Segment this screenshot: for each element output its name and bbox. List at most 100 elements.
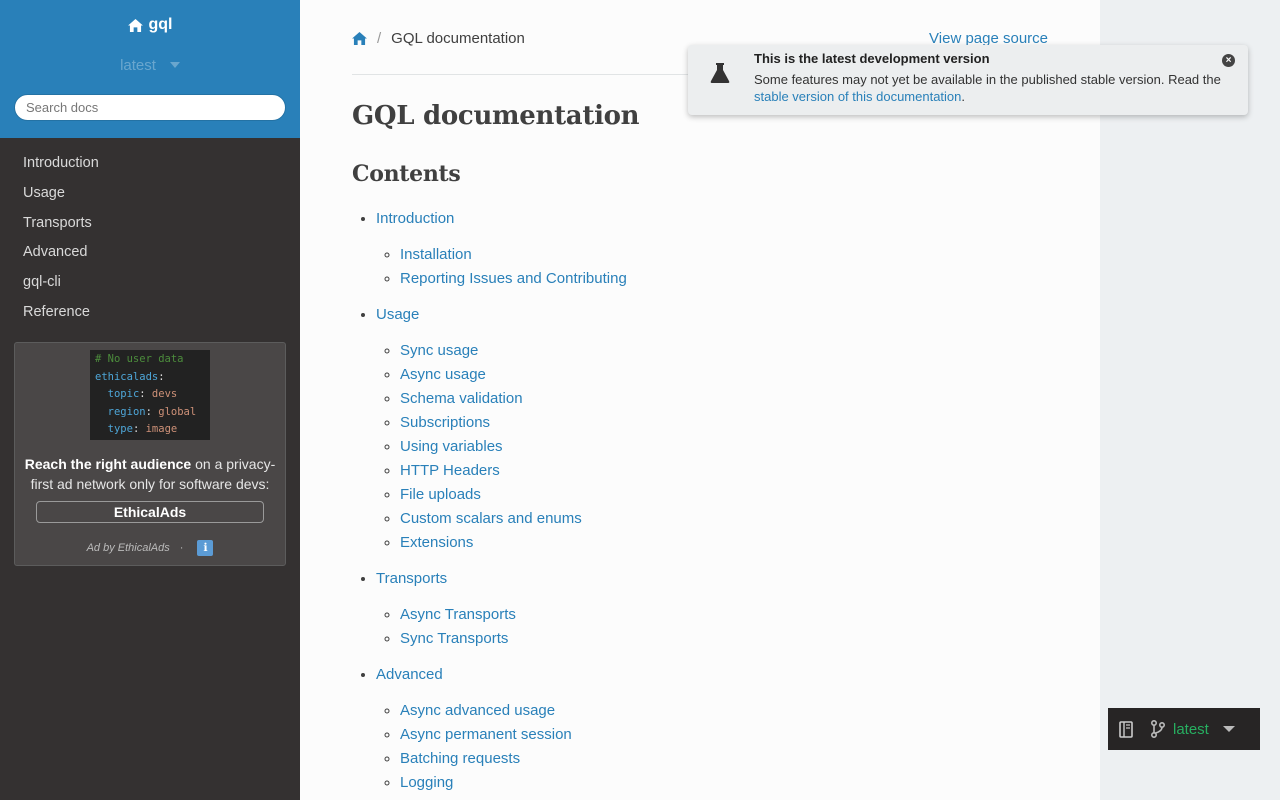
toc-link-usage[interactable]: Usage (376, 306, 419, 323)
ad-footer: Ad by EthicalAds · ℹ (15, 540, 285, 556)
toc-subitem: Custom scalars and enums (400, 507, 1048, 531)
sidebar: gql latest Introduction Usage Transports… (0, 0, 300, 800)
toc-link-using-variables[interactable]: Using variables (400, 438, 503, 455)
ad-footer-separator: · (179, 542, 184, 554)
toc-subitem: Batching requests (400, 747, 1048, 771)
book-icon (1119, 720, 1133, 738)
main-content: / GQL documentation View page source GQL… (300, 0, 1100, 800)
sidebar-item-gql-cli[interactable]: gql-cli (0, 268, 300, 298)
toc-link-batching-requests[interactable]: Batching requests (400, 750, 520, 767)
contents-heading: Contents (352, 161, 461, 187)
toc-subitem: Logging (400, 771, 1048, 795)
notification-title: This is the latest development version (754, 51, 990, 66)
info-icon[interactable]: ℹ (197, 540, 214, 556)
sidebar-item-usage[interactable]: Usage (0, 179, 300, 209)
toc-link-reporting-issues[interactable]: Reporting Issues and Contributing (400, 270, 627, 287)
toc-subitem: HTTP Headers (400, 459, 1048, 483)
stable-version-link[interactable]: stable version of this documentation (754, 89, 961, 104)
toc-link-async-usage[interactable]: Async usage (400, 366, 486, 383)
toc-subitem: Sync Transports (400, 627, 1048, 651)
toc-link-async-permanent-session[interactable]: Async permanent session (400, 726, 572, 743)
toc-link-custom-scalars[interactable]: Custom scalars and enums (400, 510, 582, 527)
sidebar-nav: Introduction Usage Transports Advanced g… (0, 149, 300, 328)
toc-sublist: Sync usage Async usage Schema validation… (376, 339, 1048, 555)
toc-section: Usage Sync usage Async usage Schema vali… (376, 303, 1048, 555)
dev-version-notification: This is the latest development version S… (688, 45, 1248, 115)
project-home-link[interactable]: gql (127, 16, 173, 34)
toc-link-async-advanced-usage[interactable]: Async advanced usage (400, 702, 555, 719)
notification-text: Some features may not yet be available i… (754, 72, 1221, 87)
flask-icon (710, 62, 730, 89)
toc-link-introduction[interactable]: Introduction (376, 210, 454, 227)
ad-text[interactable]: Reach the right audience on a privacy-fi… (23, 454, 277, 494)
ad-code-key: type (107, 423, 133, 436)
notification-body: Some features may not yet be available i… (754, 71, 1224, 105)
sidebar-item-transports[interactable]: Transports (0, 209, 300, 239)
toc-subitem: Sync usage (400, 339, 1048, 363)
toc-subitem: Using variables (400, 435, 1048, 459)
toc-link-file-uploads[interactable]: File uploads (400, 486, 481, 503)
version-selector[interactable]: latest (120, 57, 180, 74)
table-of-contents: Introduction Installation Reporting Issu… (352, 207, 1048, 795)
project-name: gql (148, 16, 173, 33)
ad-code-key: topic (107, 388, 140, 401)
breadcrumb-separator: / (377, 30, 382, 47)
toc-sublist: Async Transports Sync Transports (376, 603, 1048, 651)
toc-subitem: File uploads (400, 483, 1048, 507)
ad-headline: Reach the right audience (24, 456, 192, 472)
toc-subitem: Async permanent session (400, 723, 1048, 747)
breadcrumb-current: GQL documentation (391, 30, 525, 47)
toc-subitem: Schema validation (400, 387, 1048, 411)
sidebar-item-advanced[interactable]: Advanced (0, 238, 300, 268)
flyout-version-label: latest (1173, 720, 1209, 738)
ad-code-value: devs (151, 388, 178, 401)
toc-link-installation[interactable]: Installation (400, 246, 472, 263)
caret-down-icon (169, 62, 180, 68)
ad-code-value: image (145, 423, 178, 436)
version-flyout[interactable]: latest (1108, 708, 1260, 750)
toc-subitem: Async Transports (400, 603, 1048, 627)
sidebar-header: gql latest (0, 0, 300, 138)
toc-link-subscriptions[interactable]: Subscriptions (400, 414, 490, 431)
ad-image[interactable]: # No user data ethicalads: topic: devs r… (90, 350, 210, 440)
toc-link-async-transports[interactable]: Async Transports (400, 606, 516, 623)
toc-link-transports[interactable]: Transports (376, 570, 447, 587)
toc-subitem: Async advanced usage (400, 699, 1048, 723)
toc-section: Transports Async Transports Sync Transpo… (376, 567, 1048, 651)
toc-subitem: Reporting Issues and Contributing (400, 267, 1048, 291)
ad-attribution-link[interactable]: Ad by EthicalAds (87, 542, 170, 554)
toc-sublist: Installation Reporting Issues and Contri… (376, 243, 1048, 291)
toc-link-sync-usage[interactable]: Sync usage (400, 342, 478, 359)
toc-subitem: Installation (400, 243, 1048, 267)
toc-sublist: Async advanced usage Async permanent ses… (376, 699, 1048, 795)
toc-link-schema-validation[interactable]: Schema validation (400, 390, 523, 407)
ad-code-key: ethicalads (95, 370, 159, 383)
right-background (1100, 0, 1280, 800)
ethicalads-panel: # No user data ethicalads: topic: devs r… (14, 342, 286, 566)
ad-cta-button[interactable]: EthicalAds (36, 501, 264, 523)
toc-link-logging[interactable]: Logging (400, 774, 453, 791)
git-branch-icon (1150, 720, 1166, 738)
toc-link-extensions[interactable]: Extensions (400, 534, 473, 551)
search-input[interactable] (14, 93, 286, 121)
caret-down-icon (1222, 726, 1235, 732)
breadcrumb: / GQL documentation (352, 30, 525, 47)
home-icon (127, 18, 143, 32)
toc-section: Introduction Installation Reporting Issu… (376, 207, 1048, 291)
toc-link-sync-transports[interactable]: Sync Transports (400, 630, 508, 647)
toc-subitem: Extensions (400, 531, 1048, 555)
ad-code-key: region (107, 405, 146, 418)
notification-text-end: . (961, 89, 966, 104)
ad-code-value: global (158, 405, 197, 418)
close-icon[interactable]: × (1222, 54, 1235, 67)
sidebar-item-introduction[interactable]: Introduction (0, 149, 300, 179)
ad-code-comment: # No user data (95, 353, 184, 365)
sidebar-item-reference[interactable]: Reference (0, 298, 300, 328)
toc-link-http-headers[interactable]: HTTP Headers (400, 462, 500, 479)
toc-section: Advanced Async advanced usage Async perm… (376, 663, 1048, 795)
toc-subitem: Subscriptions (400, 411, 1048, 435)
toc-link-advanced[interactable]: Advanced (376, 666, 443, 683)
toc-subitem: Async usage (400, 363, 1048, 387)
home-icon[interactable] (352, 32, 367, 45)
version-label: latest (120, 56, 156, 74)
